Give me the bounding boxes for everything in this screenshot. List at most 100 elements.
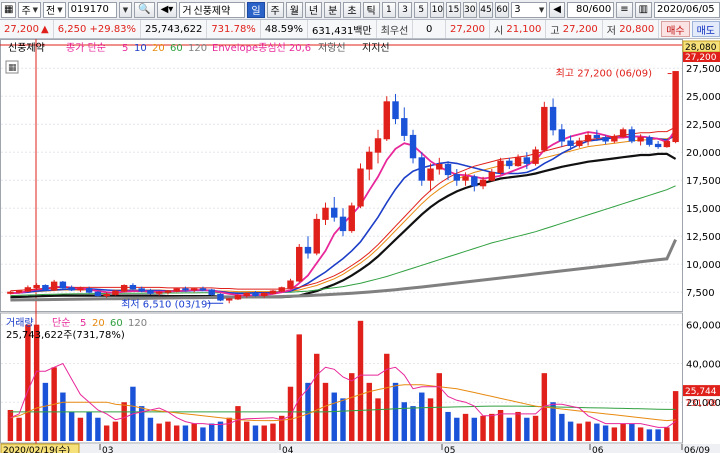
period-button-second[interactable]: 초 [343, 1, 361, 18]
scroll-left-icon[interactable]: ◀ [549, 1, 565, 18]
interval-button[interactable]: 5 [414, 1, 429, 18]
interval-button[interactable]: 60 [495, 1, 510, 18]
stock-chart[interactable]: 27,500 25,000 22,500 20,000 17,500 15,000 12,5… [0, 39, 720, 453]
candle-body [77, 288, 84, 291]
volume-bar [68, 411, 75, 441]
menu-icon[interactable]: ▦ [1, 1, 17, 18]
volume-bar [95, 417, 101, 441]
volume-bar [7, 409, 14, 441]
candle-body [348, 205, 355, 232]
volume-bar [637, 427, 644, 441]
price-axis-label: 15,000 [686, 204, 720, 215]
count-input[interactable]: 80/600 [566, 1, 615, 18]
candle-body [471, 176, 478, 187]
speaker-icon[interactable]: ◀▾ [156, 1, 178, 18]
buy-button[interactable]: 매수 [661, 21, 690, 37]
volume-bar [296, 334, 302, 441]
volume-bar [559, 413, 565, 441]
volume-bar [261, 425, 267, 441]
low-annotation: 최저 6,510 (03/19) [121, 298, 211, 310]
x-axis-label: 06/09 [684, 446, 710, 453]
period-button-tick[interactable]: 틱 [362, 1, 380, 18]
stock-code-input[interactable]: 019170 [67, 1, 117, 18]
candle-body [418, 157, 425, 181]
market-select[interactable]: 주 ▼ [18, 1, 42, 18]
cursor-price-tag: 28,080 [685, 43, 717, 53]
period-select[interactable]: 전 ▼ [43, 1, 66, 18]
candle-body [506, 160, 513, 167]
volume-bar [208, 423, 215, 441]
grid-icon: ▦ [8, 63, 17, 73]
volume-bar [629, 423, 635, 441]
stock-name-prefix: 거 [182, 6, 192, 17]
volume-bar [191, 423, 197, 441]
bar-chart-icon[interactable]: ▥ [634, 1, 653, 18]
legend-ma60: 60 [170, 43, 183, 54]
volume-bar [611, 427, 618, 441]
candle-body [155, 291, 163, 294]
candle-body [313, 218, 320, 254]
volume-legend-ma5: 5 [80, 318, 86, 329]
volume-bar [489, 413, 495, 441]
volume-bar [270, 423, 276, 441]
x-axis-label: 03 [102, 446, 113, 453]
volume-bar [77, 417, 84, 441]
candle-body [296, 246, 303, 282]
candle-body [287, 280, 294, 289]
interval-button[interactable]: 15 [446, 1, 461, 18]
candle-body [304, 246, 312, 254]
price-change-pct: +29.83% [89, 23, 137, 35]
candle-body [7, 291, 14, 294]
volume-bar [16, 417, 22, 441]
volume-legend-ma120: 120 [128, 318, 147, 329]
interval-button[interactable]: 45 [478, 1, 494, 18]
candle-body [182, 288, 189, 291]
interval-button[interactable]: 10 [430, 1, 445, 18]
volume-bar [86, 411, 92, 441]
stock-code-dropdown[interactable]: ▼ [118, 1, 133, 18]
candle-body [138, 288, 145, 292]
period-button-minute[interactable]: 분 [324, 1, 342, 18]
volume-bar [200, 427, 206, 441]
candle-body [576, 140, 583, 146]
legend-envelope: Envelope종심선 20,6 [212, 42, 311, 54]
candle-body [24, 287, 32, 292]
price-change-value: 6,250 [57, 23, 87, 35]
candle-body [357, 168, 364, 207]
volume-bar [340, 398, 346, 441]
volume-bar [567, 421, 574, 441]
period-button-day[interactable]: 일 [247, 1, 265, 18]
candle-body [278, 287, 285, 292]
candle-body [208, 289, 215, 295]
price-axis-label: 10,000 [686, 260, 720, 271]
volume-bar [427, 398, 434, 441]
volume-bar [585, 421, 591, 441]
interval-button[interactable]: 1 [381, 1, 396, 18]
sell-button[interactable]: 매도 [691, 21, 720, 37]
search-icon[interactable]: 🔍 [134, 1, 155, 18]
interval-button[interactable]: 3 [397, 1, 413, 18]
interval-button[interactable]: 30 [462, 1, 477, 18]
last-price: 27,200 [446, 20, 491, 38]
candle-body [672, 71, 679, 143]
candle-body [42, 284, 49, 291]
price-axis-label: 17,500 [686, 176, 720, 187]
candle-body [619, 129, 627, 138]
period-button-year[interactable]: 년 [304, 1, 323, 18]
date-input[interactable]: 2020/06/05 [654, 1, 720, 18]
period-select-label: 전 [46, 6, 56, 17]
period-button-month[interactable]: 월 [285, 1, 303, 18]
candle-body [94, 291, 102, 297]
candle-body [549, 106, 557, 131]
period-button-week[interactable]: 주 [266, 1, 284, 18]
chevron-down-icon: ▼ [32, 5, 39, 14]
volume-bar [147, 417, 154, 441]
candle-body [514, 157, 522, 167]
price-change: 6,250 +29.83% [54, 20, 142, 38]
interval-input[interactable]: 3 ▼ [511, 1, 548, 18]
legend-ma20: 20 [152, 43, 165, 54]
volume-legend-value: 25,743,622주(731,78%) [6, 330, 125, 341]
list-icon[interactable]: ≡ [616, 1, 633, 18]
volume-legend-ma20: 20 [92, 318, 105, 329]
open-label: 시 [494, 25, 504, 37]
